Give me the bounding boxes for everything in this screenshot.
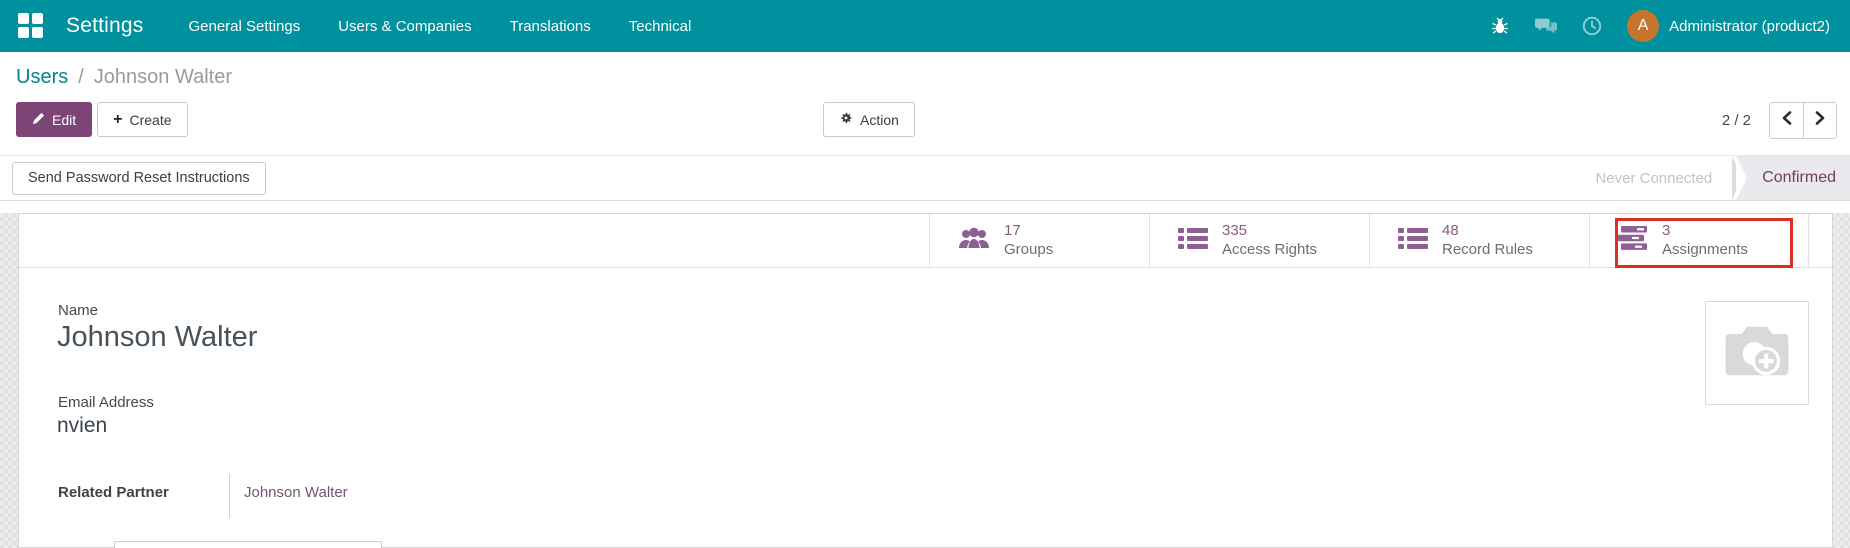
access-rights-label: Access Rights <box>1222 240 1318 258</box>
send-password-reset-button[interactable]: Send Password Reset Instructions <box>12 161 266 195</box>
record-rules-count: 48 <box>1442 221 1459 239</box>
odoo-settings-window: Settings General Settings Users & Compan… <box>0 0 1850 548</box>
breadcrumb-users-link[interactable]: Users <box>16 66 68 89</box>
assignments-count: 3 <box>1662 221 1671 239</box>
apps-grid-icon[interactable] <box>18 13 44 39</box>
gear-icon <box>839 111 853 128</box>
email-field-label: Email Address <box>58 394 154 411</box>
nav-item-users-companies[interactable]: Users & Companies <box>319 0 490 52</box>
related-partner-link[interactable]: Johnson Walter <box>244 484 348 501</box>
access-rights-count: 335 <box>1222 221 1248 239</box>
activities-clock-icon[interactable] <box>1581 15 1603 37</box>
pencil-icon <box>32 112 45 128</box>
stat-button-row: 17 Groups 335 Access Rights 48 Record Ru… <box>19 214 1832 268</box>
nav-item-general-settings[interactable]: General Settings <box>169 0 319 52</box>
messages-icon[interactable] <box>1535 15 1558 37</box>
form-sheet: 17 Groups 335 Access Rights 48 Record Ru… <box>18 213 1833 548</box>
status-stages: Never Connected Confirmed <box>1575 156 1850 200</box>
stat-button-record-rules[interactable]: 48 Record Rules <box>1369 214 1589 267</box>
stat-button-groups[interactable]: 17 Groups <box>929 214 1149 267</box>
stat-button-assignments[interactable]: 3 Assignments <box>1589 214 1809 268</box>
plus-icon: + <box>113 110 123 128</box>
assignments-label: Assignments <box>1662 240 1748 258</box>
related-partner-label: Related Partner <box>58 484 169 501</box>
stat-button-access-rights[interactable]: 335 Access Rights <box>1149 214 1369 267</box>
groups-count: 17 <box>1004 221 1021 239</box>
top-navbar: Settings General Settings Users & Compan… <box>0 0 1850 52</box>
stack-bars-icon <box>1618 225 1648 256</box>
create-button[interactable]: + Create <box>97 102 188 137</box>
email-field-value[interactable]: nvien <box>57 414 107 438</box>
nav-item-translations[interactable]: Translations <box>491 0 610 52</box>
pager-count: 2 / 2 <box>1721 112 1751 129</box>
edit-button-label: Edit <box>52 111 77 128</box>
user-menu[interactable]: A Administrator (product2) <box>1627 10 1830 42</box>
stage-confirmed[interactable]: Confirmed <box>1736 156 1850 200</box>
pager-previous-button[interactable] <box>1770 103 1803 138</box>
related-partner-field: Johnson Walter <box>229 474 348 518</box>
groups-label: Groups <box>1004 240 1054 258</box>
breadcrumb-separator: / <box>78 66 84 88</box>
list-icon <box>1178 226 1208 255</box>
pager: 2 / 2 <box>1722 102 1837 139</box>
chevron-left-icon <box>1781 111 1792 130</box>
notebook-tab-partial[interactable] <box>114 541 382 548</box>
action-button-label: Action <box>860 111 899 128</box>
users-icon <box>958 225 990 257</box>
form-view-background: 17 Groups 335 Access Rights 48 Record Ru… <box>0 213 1850 548</box>
name-field-value[interactable]: Johnson Walter <box>57 321 257 354</box>
user-name: Administrator (product2) <box>1669 17 1830 35</box>
record-rules-label: Record Rules <box>1442 240 1533 258</box>
app-title[interactable]: Settings <box>66 14 143 38</box>
control-panel-buttons: Edit + Create Action 2 / 2 <box>16 102 1837 139</box>
form-body: Name Johnson Walter Email Address nvien … <box>19 268 1832 548</box>
user-avatar[interactable]: A <box>1627 10 1660 42</box>
breadcrumb: Users / Johnson Walter <box>16 66 1837 89</box>
navbar-right: A Administrator (product2) <box>1489 10 1836 42</box>
action-button[interactable]: Action <box>823 102 915 137</box>
statusbar: Send Password Reset Instructions Never C… <box>0 155 1850 201</box>
stage-never-connected[interactable]: Never Connected <box>1575 170 1732 187</box>
list-icon <box>1398 226 1428 255</box>
debug-bug-icon[interactable] <box>1489 15 1511 37</box>
control-panel: Users / Johnson Walter Edit + Create Act… <box>0 52 1850 155</box>
breadcrumb-current: Johnson Walter <box>93 66 233 88</box>
chevron-right-icon <box>1815 111 1826 130</box>
nav-menu: General Settings Users & Companies Trans… <box>169 0 710 52</box>
pager-next-button[interactable] <box>1803 103 1836 138</box>
name-field-label: Name <box>58 302 99 319</box>
create-button-label: Create <box>129 111 172 128</box>
nav-item-technical[interactable]: Technical <box>610 0 711 52</box>
edit-button[interactable]: Edit <box>16 102 93 137</box>
camera-plus-icon <box>1722 322 1792 385</box>
user-image-placeholder[interactable] <box>1705 301 1809 405</box>
